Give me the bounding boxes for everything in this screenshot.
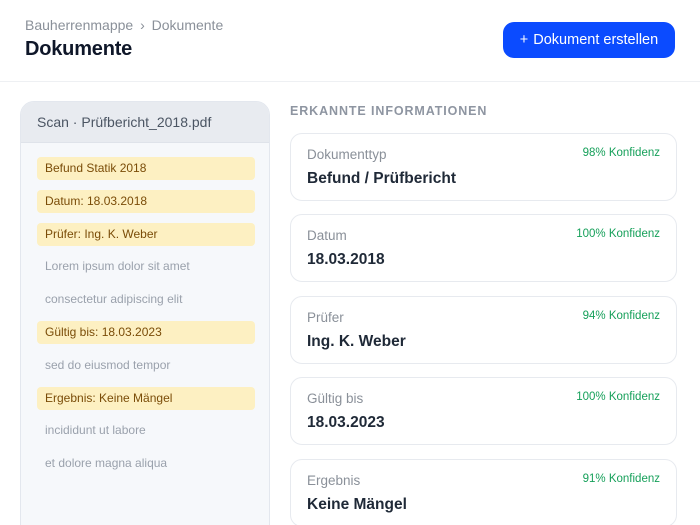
extracted-section-title: ERKANNTE INFORMATIONEN bbox=[290, 104, 488, 118]
field-value: 18.03.2023 bbox=[307, 414, 385, 431]
scan-preview-panel: Scan · Prüfbericht_2018.pdf Befund Stati… bbox=[20, 101, 270, 525]
create-document-label: Dokument erstellen bbox=[533, 32, 659, 48]
plus-icon: + bbox=[519, 32, 529, 48]
field-card[interactable]: Dokumenttyp 98% Konfidenz Befund / Prüfber… bbox=[290, 133, 677, 201]
field-value: 18.03.2018 bbox=[307, 251, 385, 268]
scan-line: consectetur adipiscing elit bbox=[45, 292, 183, 307]
field-card[interactable]: Prüfer 94% Konfidenz Ing. K. Weber bbox=[290, 296, 677, 364]
scan-line: Lorem ipsum dolor sit amet bbox=[45, 259, 190, 274]
page-header: Bauherrenmappe › Dokumente Dokumente + D… bbox=[0, 0, 700, 82]
field-card[interactable]: Gültig bis 100% Konfidenz 18.03.2023 bbox=[290, 377, 677, 445]
scan-line-highlighted: Datum: 18.03.2018 bbox=[37, 189, 255, 213]
field-label: Gültig bis bbox=[307, 391, 364, 406]
field-label: Datum bbox=[307, 228, 347, 243]
breadcrumb-current: Dokumente bbox=[151, 17, 224, 33]
field-card[interactable]: Ergebnis 91% Konfidenz Keine Mängel bbox=[290, 459, 677, 525]
confidence-badge: 100% Konfidenz bbox=[576, 228, 660, 240]
scan-line-highlighted: Befund Statik 2018 bbox=[37, 157, 255, 180]
confidence-badge: 94% Konfidenz bbox=[582, 310, 660, 322]
page-title: Dokumente bbox=[25, 38, 133, 60]
scan-line: sed do eiusmod tempor bbox=[45, 357, 171, 372]
confidence-badge: 100% Konfidenz bbox=[576, 391, 660, 403]
confidence-badge: 98% Konfidenz bbox=[582, 147, 660, 159]
breadcrumb-separator: › bbox=[140, 17, 145, 33]
scan-lines: Befund Statik 2018 Datum: 18.03.2018 Prüfe… bbox=[21, 143, 269, 475]
field-value: Keine Mängel bbox=[307, 496, 407, 513]
confidence-badge: 91% Konfidenz bbox=[582, 473, 660, 485]
scan-line: et dolore magna aliqua bbox=[45, 456, 168, 471]
scan-line-highlighted: Gültig bis: 18.03.2023 bbox=[37, 320, 255, 344]
field-label: Prüfer bbox=[307, 310, 344, 325]
field-value: Ing. K. Weber bbox=[307, 333, 406, 350]
scan-line: incididunt ut labore bbox=[45, 423, 146, 438]
scan-line-highlighted: Prüfer: Ing. K. Weber bbox=[37, 222, 255, 246]
field-label: Ergebnis bbox=[307, 473, 361, 488]
field-label: Dokumenttyp bbox=[307, 147, 387, 162]
breadcrumb-parent[interactable]: Bauherrenmappe bbox=[25, 17, 133, 33]
scan-line-highlighted: Ergebnis: Keine Mängel bbox=[37, 386, 255, 410]
field-value: Befund / Prüfbericht bbox=[307, 170, 456, 187]
scan-title: Scan · Prüfbericht_2018.pdf bbox=[21, 102, 269, 143]
breadcrumb: Bauherrenmappe › Dokumente bbox=[25, 17, 223, 33]
create-document-button[interactable]: + Dokument erstellen bbox=[503, 22, 675, 58]
field-card[interactable]: Datum 100% Konfidenz 18.03.2018 bbox=[290, 214, 677, 282]
